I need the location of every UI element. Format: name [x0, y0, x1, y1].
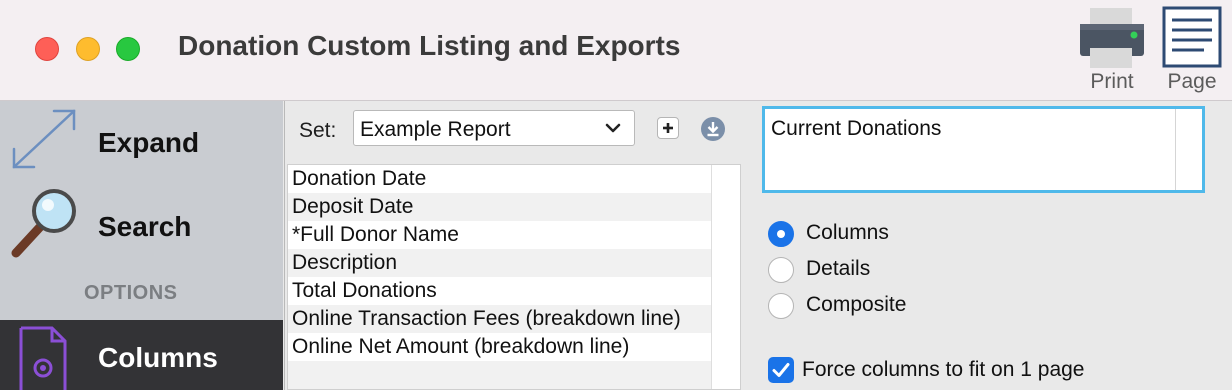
set-dropdown-value: Example Report: [360, 118, 511, 141]
plus-icon: [663, 123, 673, 133]
radio-columns[interactable]: [768, 221, 794, 247]
sidebar-label-expand: Expand: [98, 127, 200, 158]
zoom-window-button[interactable]: [116, 37, 140, 61]
list-item[interactable]: Description: [288, 249, 712, 277]
close-window-button[interactable]: [35, 37, 59, 61]
sidebar-item-columns[interactable]: Columns: [0, 320, 283, 390]
columns-list[interactable]: Donation Date Deposit Date *Full Donor N…: [287, 164, 741, 390]
print-label: Print: [1090, 70, 1134, 93]
radio-label-details: Details: [806, 257, 871, 280]
window-title: Donation Custom Listing and Exports: [178, 30, 681, 61]
radio-details[interactable]: [768, 257, 794, 283]
list-item-empty: [288, 361, 712, 389]
sidebar-item-search[interactable]: Search: [0, 183, 283, 263]
force-fit-label: Force columns to fit on 1 page: [802, 358, 1085, 381]
list-item[interactable]: *Full Donor Name: [288, 221, 712, 249]
sidebar-label-columns: Columns: [98, 342, 218, 373]
expand-arrows-icon: [12, 109, 76, 169]
set-dropdown[interactable]: Example Report: [353, 110, 635, 146]
checkmark-icon: [772, 363, 790, 377]
minimize-window-button[interactable]: [76, 37, 100, 61]
options-header: OPTIONS: [84, 282, 178, 304]
printer-icon: [1080, 8, 1144, 68]
column-set-panel: Set: Example Report Donation Date Deposi…: [284, 101, 743, 390]
report-options-panel: Current Donations Columns Details Compos…: [742, 101, 1232, 390]
list-item[interactable]: Online Net Amount (breakdown line): [288, 333, 712, 361]
report-description-field[interactable]: Current Donations: [762, 106, 1205, 193]
radio-label-columns: Columns: [806, 221, 889, 244]
list-item[interactable]: Total Donations: [288, 277, 712, 305]
magnifier-icon: [11, 189, 76, 258]
description-scrollbar[interactable]: [1175, 109, 1176, 190]
add-set-button[interactable]: [657, 117, 679, 139]
radio-label-composite: Composite: [806, 293, 907, 316]
list-scrollbar[interactable]: [711, 165, 712, 389]
set-label: Set:: [299, 119, 337, 142]
page-document-icon: [1162, 6, 1222, 68]
list-item[interactable]: Donation Date: [288, 165, 712, 193]
list-item[interactable]: Online Transaction Fees (breakdown line): [288, 305, 712, 333]
document-gear-icon: [19, 326, 67, 390]
report-description-text: Current Donations: [771, 117, 942, 140]
download-set-button[interactable]: [700, 116, 726, 142]
chevron-down-icon: [605, 123, 621, 133]
print-button[interactable]: Print: [1078, 4, 1146, 96]
download-icon: [701, 117, 725, 141]
page-setup-button[interactable]: Page: [1158, 4, 1226, 96]
force-fit-checkbox[interactable]: [768, 357, 794, 383]
page-label: Page: [1167, 70, 1217, 93]
list-item[interactable]: Deposit Date: [288, 193, 712, 221]
radio-composite[interactable]: [768, 293, 794, 319]
sidebar-label-search: Search: [98, 211, 192, 242]
title-bar: Donation Custom Listing and Exports Prin…: [0, 0, 1232, 101]
sidebar-item-expand[interactable]: Expand: [0, 101, 283, 181]
sidebar: Expand Search OPTIONS Columns: [0, 101, 283, 390]
